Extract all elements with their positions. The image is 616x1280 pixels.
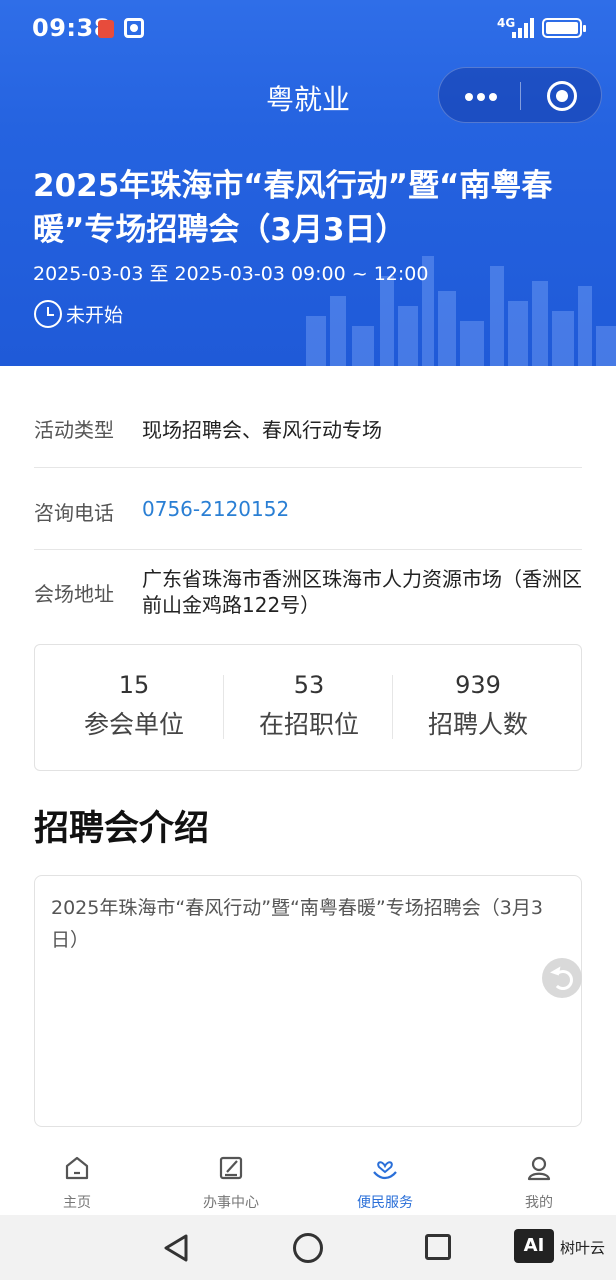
notification-icon bbox=[98, 20, 114, 38]
watermark-badge: AI bbox=[514, 1229, 554, 1263]
edit-icon bbox=[219, 1156, 243, 1180]
stat-value: 15 bbox=[118, 671, 150, 699]
user-icon bbox=[527, 1156, 551, 1181]
more-icon[interactable] bbox=[461, 82, 501, 110]
stat-headcount: 939 招聘人数 bbox=[393, 645, 563, 772]
address-value[interactable]: 广东省珠海市香洲区珠海市人力资源市场（香洲区前山金鸡路122号） bbox=[142, 566, 582, 618]
tab-label: 便民服务 bbox=[357, 1195, 413, 1211]
info-label: 活动类型 bbox=[34, 418, 114, 442]
watermark-text: 树叶云 bbox=[560, 1239, 606, 1257]
tab-service-center[interactable]: 办事中心 bbox=[154, 1137, 308, 1215]
skyline-decoration bbox=[306, 256, 616, 366]
info-row-address: 会场地址 广东省珠海市香洲区珠海市人力资源市场（香洲区前山金鸡路122号） bbox=[34, 550, 582, 646]
event-status-label: 未开始 bbox=[66, 304, 124, 327]
tab-mine[interactable]: 我的 bbox=[462, 1137, 616, 1215]
stats-card: 15 参会单位 53 在招职位 939 招聘人数 bbox=[34, 644, 582, 771]
app-notification-icon bbox=[124, 18, 144, 38]
info-label: 会场地址 bbox=[34, 582, 114, 606]
tab-convenience-services[interactable]: 便民服务 bbox=[308, 1137, 462, 1215]
stat-value: 939 bbox=[455, 671, 501, 699]
stat-positions: 53 在招职位 bbox=[224, 645, 394, 772]
miniprogram-capsule bbox=[438, 67, 602, 123]
stat-units: 15 参会单位 bbox=[49, 645, 219, 772]
intro-heading: 招聘会介绍 bbox=[34, 809, 210, 849]
recent-apps-icon[interactable] bbox=[425, 1234, 451, 1260]
info-row-phone: 咨询电话 0756-2120152 bbox=[34, 468, 582, 550]
info-value: 现场招聘会、春风行动专场 bbox=[142, 418, 382, 442]
page: 09:38 4G 粤就业 2025年珠海市“春风行动”暨“南粤春暖”专场招聘会（… bbox=[0, 0, 616, 1280]
nav-bar: 粤就业 bbox=[0, 60, 616, 130]
battery-icon bbox=[542, 18, 586, 38]
stat-label: 招聘人数 bbox=[427, 710, 528, 739]
header-area: 09:38 4G 粤就业 2025年珠海市“春风行动”暨“南粤春暖”专场招聘会（… bbox=[0, 0, 616, 366]
tab-home[interactable]: 主页 bbox=[0, 1137, 154, 1215]
intro-text: 2025年珠海市“春风行动”暨“南粤春暖”专场招聘会（3月3日） bbox=[51, 897, 543, 951]
event-title: 2025年珠海市“春风行动”暨“南粤春暖”专场招聘会（3月3日） bbox=[33, 168, 553, 248]
capsule-divider bbox=[520, 82, 521, 110]
phone-link[interactable]: 0756-2120152 bbox=[142, 497, 289, 521]
close-miniprogram-icon[interactable] bbox=[547, 81, 577, 111]
back-icon[interactable] bbox=[162, 1233, 190, 1263]
event-info-list: 活动类型 现场招聘会、春风行动专场 咨询电话 0756-2120152 会场地址… bbox=[34, 384, 582, 646]
event-status: 未开始 bbox=[34, 300, 123, 328]
tab-label: 我的 bbox=[525, 1195, 553, 1211]
clock-icon bbox=[34, 300, 62, 328]
stat-label: 在招职位 bbox=[258, 710, 359, 739]
home-icon bbox=[65, 1156, 89, 1180]
tab-label: 办事中心 bbox=[203, 1195, 259, 1211]
info-row-type: 活动类型 现场招聘会、春风行动专场 bbox=[34, 384, 582, 468]
system-nav-bar: AI 树叶云 bbox=[0, 1215, 616, 1280]
tab-label: 主页 bbox=[63, 1195, 91, 1211]
stat-label: 参会单位 bbox=[83, 710, 184, 739]
status-bar: 09:38 4G bbox=[0, 0, 616, 60]
stat-value: 53 bbox=[293, 671, 325, 699]
back-to-top-icon[interactable] bbox=[542, 958, 582, 998]
signal-icon bbox=[512, 18, 534, 38]
intro-card: 2025年珠海市“春风行动”暨“南粤春暖”专场招聘会（3月3日） bbox=[34, 875, 582, 1127]
info-label: 咨询电话 bbox=[34, 501, 114, 525]
event-banner: 2025年珠海市“春风行动”暨“南粤春暖”专场招聘会（3月3日） 2025-03… bbox=[0, 130, 616, 366]
tab-bar: 主页 办事中心 便民服务 我的 bbox=[0, 1137, 616, 1215]
home-nav-icon[interactable] bbox=[293, 1233, 323, 1263]
heart-hand-icon bbox=[373, 1161, 397, 1180]
event-date-range: 2025-03-03 至 2025-03-03 09:00 ~ 12:00 bbox=[33, 263, 429, 285]
